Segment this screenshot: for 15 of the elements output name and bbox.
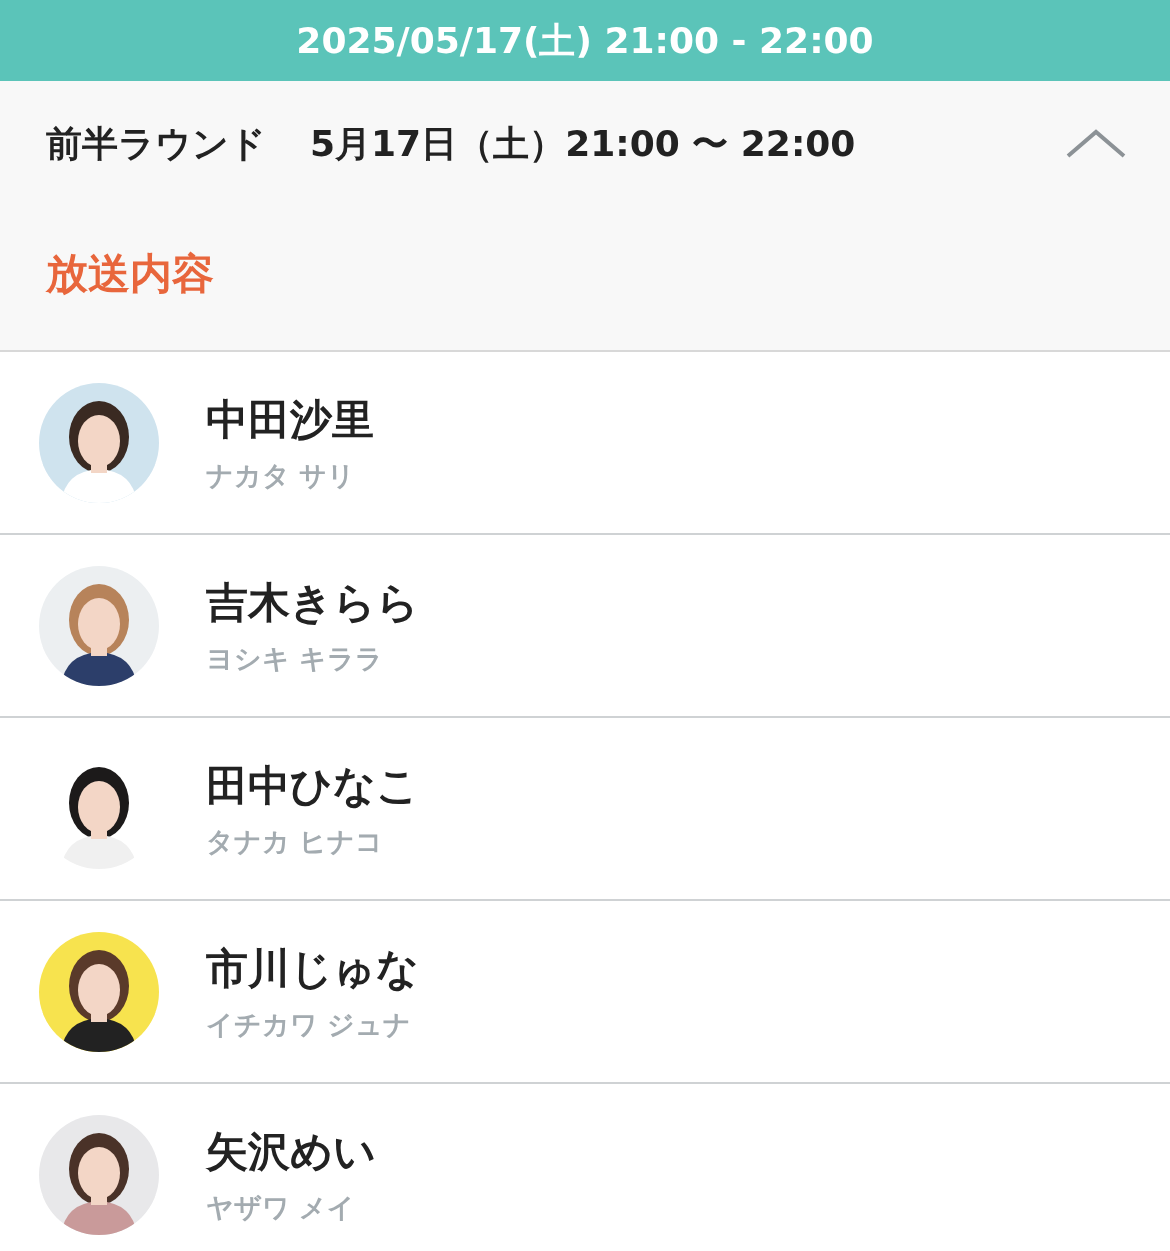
performer-kana: ナカタ サリ — [206, 458, 357, 493]
performer-name: 中田沙里 — [206, 393, 374, 446]
round-time: 5月17日（土）21:00 〜 22:00 — [310, 122, 856, 166]
performer-name: 吉木きらら — [206, 576, 419, 629]
performer-name: 田中ひなこ — [206, 759, 419, 812]
chevron-icon[interactable] — [1066, 128, 1126, 160]
performer-kana: ヤザワ メイ — [206, 1190, 357, 1225]
performer-name: 矢沢めい — [206, 1125, 376, 1178]
date-time-title: 2025/05/17(土) 21:00 - 22:00 — [296, 18, 874, 63]
performer-name: 市川じゅな — [206, 942, 419, 995]
round-label: 前半ラウンド — [46, 122, 266, 166]
performer-kana: ヨシキ キララ — [206, 641, 385, 676]
performer-kana: イチカワ ジュナ — [206, 1007, 413, 1042]
section-title: 放送内容 — [46, 247, 214, 300]
performer-kana: タナカ ヒナコ — [206, 824, 385, 859]
